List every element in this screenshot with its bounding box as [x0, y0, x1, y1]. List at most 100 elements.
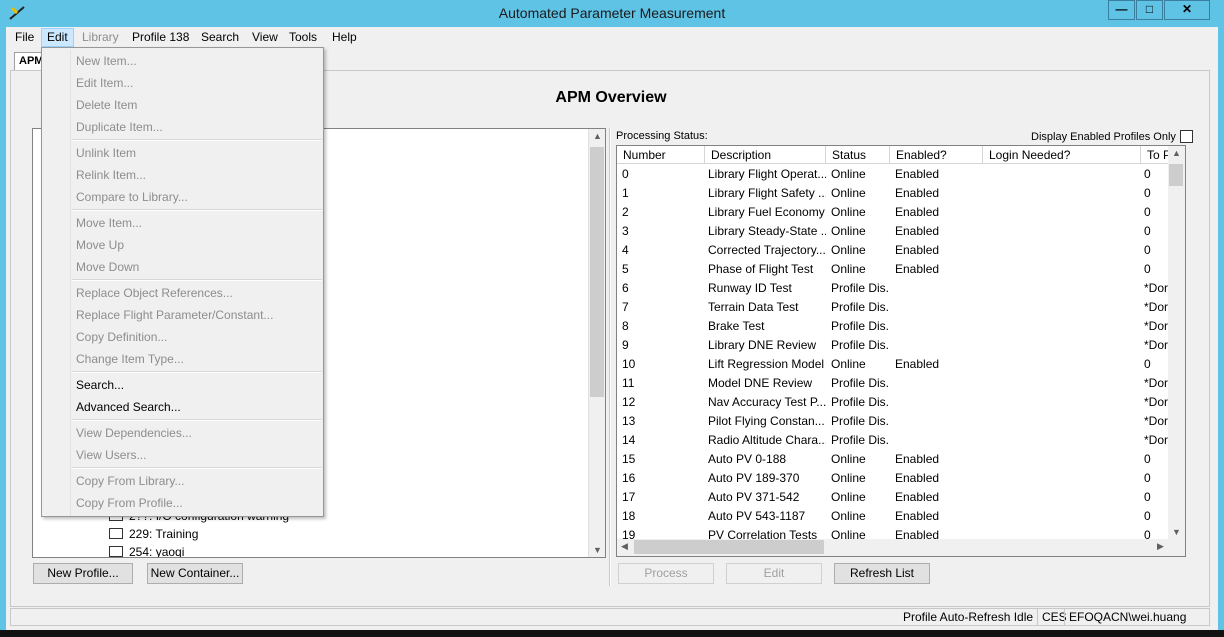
table-row[interactable]: 13 Pilot Flying Constan... Profile Dis... *… — [617, 412, 1170, 431]
cell-number: 12 — [622, 395, 636, 409]
menu-item-new-item[interactable]: New Item... — [76, 50, 137, 72]
menu-edit[interactable]: Edit — [41, 28, 74, 47]
scroll-down-icon[interactable]: ▼ — [1172, 527, 1181, 537]
refresh-list-button[interactable]: Refresh List — [834, 563, 930, 584]
cell-number: 18 — [622, 509, 636, 523]
scrollbar-thumb[interactable] — [1169, 164, 1183, 186]
tree-item[interactable]: 254: yaoqi — [109, 545, 184, 557]
column-login-needed[interactable]: Login Needed? — [983, 146, 1141, 164]
table-row[interactable]: 1 Library Flight Safety ... Online Enabled 0 — [617, 184, 1170, 203]
new-profile-button[interactable]: New Profile... — [33, 563, 133, 584]
cell-status: Online — [831, 205, 866, 219]
menu-item-copy-definition[interactable]: Copy Definition... — [76, 326, 167, 348]
column-status[interactable]: Status — [826, 146, 890, 164]
table-row[interactable]: 0 Library Flight Operat... Online Enabled 0 — [617, 165, 1170, 184]
column-description[interactable]: Description — [705, 146, 826, 164]
column-enabled[interactable]: Enabled? — [890, 146, 983, 164]
table-row[interactable]: 4 Corrected Trajectory... Online Enabled 0 — [617, 241, 1170, 260]
menu-item-copy-from-profile[interactable]: Copy From Profile... — [76, 492, 183, 514]
cell-status: Profile Dis... — [831, 376, 890, 390]
menu-item-move-item[interactable]: Move Item... — [76, 212, 142, 234]
menu-item-replace-object-references[interactable]: Replace Object References... — [76, 282, 233, 304]
cell-status: Profile Dis... — [831, 338, 890, 352]
cell-status: Profile Dis... — [831, 281, 890, 295]
table-vertical-scrollbar[interactable]: ▲ ▼ — [1168, 146, 1185, 539]
menu-item-move-up[interactable]: Move Up — [76, 234, 124, 256]
table-row[interactable]: 11 Model DNE Review Profile Dis... *Dor — [617, 374, 1170, 393]
tree-vertical-scrollbar[interactable]: ▲ ▼ — [588, 129, 605, 557]
cell-description: Brake Test — [708, 319, 765, 333]
scrollbar-thumb[interactable] — [634, 540, 824, 554]
menu-view[interactable]: View — [247, 28, 283, 47]
book-icon — [109, 546, 123, 557]
processing-status-table[interactable]: Number Description Status Enabled? Login… — [616, 145, 1186, 557]
table-horizontal-scrollbar[interactable]: ◀ ▶ — [617, 539, 1185, 556]
scroll-up-icon[interactable]: ▲ — [1172, 148, 1181, 158]
menu-profile[interactable]: Profile 138 — [127, 28, 194, 47]
scroll-right-icon[interactable]: ▶ — [1157, 541, 1164, 552]
table-row[interactable]: 16 Auto PV 189-370 Online Enabled 0 — [617, 469, 1170, 488]
menu-item-unlink-item[interactable]: Unlink Item — [76, 142, 136, 164]
scroll-left-icon[interactable]: ◀ — [621, 541, 628, 552]
table-row[interactable]: 9 Library DNE Review Profile Dis... *Dor — [617, 336, 1170, 355]
menu-item-duplicate-item[interactable]: Duplicate Item... — [76, 116, 163, 138]
edit-button[interactable]: Edit — [726, 563, 822, 584]
column-to-process[interactable]: To P — [1141, 146, 1170, 164]
scroll-up-icon[interactable]: ▲ — [593, 131, 602, 141]
menu-item-relink-item[interactable]: Relink Item... — [76, 164, 146, 186]
scrollbar-thumb[interactable] — [590, 147, 604, 397]
menu-file[interactable]: File — [10, 28, 39, 47]
new-container-button[interactable]: New Container... — [147, 563, 243, 584]
status-bar: Profile Auto-Refresh Idle CES EFOQACN\we… — [10, 608, 1210, 626]
cell-login-needed — [983, 431, 1141, 450]
menu-library[interactable]: Library — [77, 28, 124, 47]
scroll-down-icon[interactable]: ▼ — [593, 545, 602, 555]
table-row[interactable]: 15 Auto PV 0-188 Online Enabled 0 — [617, 450, 1170, 469]
column-number[interactable]: Number — [617, 146, 705, 164]
menu-item-edit-item[interactable]: Edit Item... — [76, 72, 133, 94]
table-row[interactable]: 2 Library Fuel Economy Online Enabled 0 — [617, 203, 1170, 222]
close-button[interactable]: ✕ — [1164, 0, 1210, 20]
menu-item-view-dependencies[interactable]: View Dependencies... — [76, 422, 192, 444]
menu-item-delete-item[interactable]: Delete Item — [76, 94, 137, 116]
menu-item-change-item-type[interactable]: Change Item Type... — [76, 348, 184, 370]
table-row[interactable]: 12 Nav Accuracy Test P... Profile Dis... *D… — [617, 393, 1170, 412]
menu-item-view-users[interactable]: View Users... — [76, 444, 146, 466]
menu-search[interactable]: Search — [196, 28, 244, 47]
cell-status: Online — [831, 357, 866, 371]
splitter[interactable] — [609, 128, 611, 586]
cell-enabled: Enabled — [895, 224, 940, 238]
menu-item-copy-from-library[interactable]: Copy From Library... — [76, 470, 184, 492]
menu-item-compare-to-library[interactable]: Compare to Library... — [76, 186, 188, 208]
cell-status: Online — [831, 490, 866, 504]
cell-description: Runway ID Test — [708, 281, 792, 295]
tree-item[interactable]: 229: Training — [109, 527, 198, 541]
menu-item-move-down[interactable]: Move Down — [76, 256, 139, 278]
menu-bar: File Edit Library Profile 138 Search Vie… — [6, 27, 1218, 48]
minimize-button[interactable]: — — [1108, 0, 1135, 20]
table-row[interactable]: 6 Runway ID Test Profile Dis... *Dor — [617, 279, 1170, 298]
menu-help[interactable]: Help — [327, 28, 362, 47]
table-row[interactable]: 5 Phase of Flight Test Online Enabled 0 — [617, 260, 1170, 279]
cell-enabled — [890, 317, 983, 336]
table-row[interactable]: 8 Brake Test Profile Dis... *Dor — [617, 317, 1170, 336]
cell-login-needed — [983, 241, 1141, 260]
display-enabled-checkbox[interactable] — [1179, 130, 1193, 143]
window-title: Automated Parameter Measurement — [498, 5, 726, 21]
table-row[interactable]: 17 Auto PV 371-542 Online Enabled 0 — [617, 488, 1170, 507]
cell-login-needed — [983, 336, 1141, 355]
table-row[interactable]: 3 Library Steady-State ... Online Enabled 0 — [617, 222, 1170, 241]
cell-description: Auto PV 543-1187 — [708, 509, 806, 523]
table-row[interactable]: 14 Radio Altitude Chara... Profile Dis... *… — [617, 431, 1170, 450]
menu-item-replace-flight-parameter-constant[interactable]: Replace Flight Parameter/Constant... — [76, 304, 273, 326]
process-button[interactable]: Process — [618, 563, 714, 584]
table-row[interactable]: 10 Lift Regression Model Online Enabled 0 — [617, 355, 1170, 374]
display-enabled-only[interactable]: Display Enabled Profiles Only — [1031, 130, 1193, 143]
menu-tools[interactable]: Tools — [284, 28, 322, 47]
menu-item-search[interactable]: Search... — [76, 374, 124, 396]
maximize-button[interactable]: □ — [1136, 0, 1163, 20]
table-row[interactable]: 7 Terrain Data Test Profile Dis... *Dor — [617, 298, 1170, 317]
menu-item-advanced-search[interactable]: Advanced Search... — [76, 396, 181, 418]
table-row[interactable]: 18 Auto PV 543-1187 Online Enabled 0 — [617, 507, 1170, 526]
taskbar-edge — [0, 630, 1224, 637]
